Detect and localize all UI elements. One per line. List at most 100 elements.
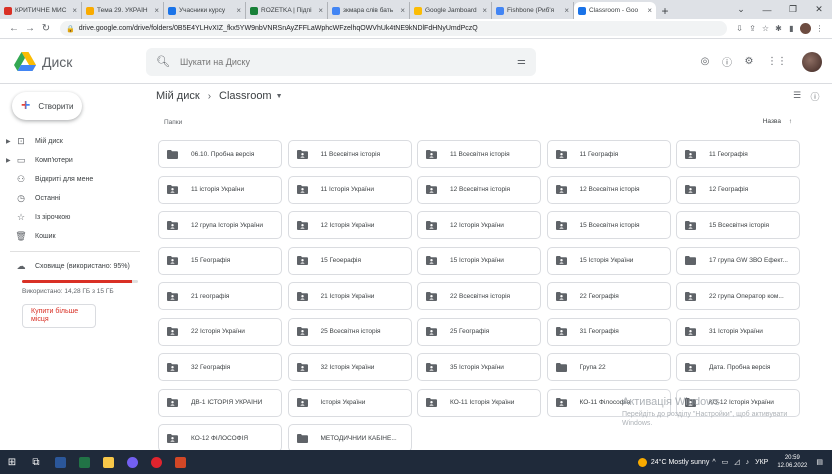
- folder-item[interactable]: 12 Історія України: [417, 211, 541, 239]
- notifications-icon[interactable]: ▤: [816, 458, 823, 466]
- sidebar-item-drive[interactable]: ▶ ⊡ Мій диск: [0, 132, 150, 151]
- details-info-icon[interactable]: ⓘ: [806, 90, 824, 103]
- browser-tab[interactable]: Учасники курсу ×: [164, 2, 246, 19]
- folder-item[interactable]: Історія України: [287, 388, 412, 417]
- tab-close-icon[interactable]: ×: [647, 6, 652, 15]
- folder-item[interactable]: 11 історія України: [158, 175, 282, 204]
- network-icon[interactable]: ◿: [734, 458, 739, 466]
- folder-item[interactable]: 15 Всесвітня історія: [676, 211, 800, 239]
- folder-item[interactable]: 32 Історія України: [287, 353, 412, 381]
- folder-item[interactable]: 15 Географія: [158, 246, 282, 275]
- tab-close-icon[interactable]: ×: [400, 6, 405, 15]
- tab-close-icon[interactable]: ×: [318, 6, 323, 15]
- search-input[interactable]: [179, 56, 518, 67]
- folder-item[interactable]: ДВ-1 ІСТОРІЯ УКРАЇНИ: [158, 388, 282, 417]
- excel-app-icon[interactable]: [72, 450, 96, 474]
- tab-search-icon[interactable]: ⌄: [728, 4, 754, 15]
- back-icon[interactable]: ←: [6, 23, 22, 34]
- chevron-up-icon[interactable]: ^: [712, 459, 715, 466]
- forward-icon[interactable]: →: [22, 23, 38, 34]
- buy-storage-button[interactable]: Купити більше місця: [22, 304, 96, 328]
- folder-item[interactable]: 12 Всесвітня історія: [546, 175, 671, 204]
- folder-item[interactable]: 31 Географія: [546, 317, 671, 346]
- folder-item[interactable]: 11 Географія: [676, 140, 800, 168]
- sidepanel-icon[interactable]: ▮: [785, 24, 798, 33]
- install-icon[interactable]: ⇩: [733, 24, 746, 33]
- expand-arrow-icon[interactable]: ▶: [6, 157, 14, 164]
- search-icon[interactable]: 🔍︎: [156, 55, 170, 68]
- new-tab-button[interactable]: +: [656, 2, 674, 19]
- tab-close-icon[interactable]: ×: [482, 6, 487, 15]
- folder-item[interactable]: МЕТОДИЧНИЙ КАБІНЕ...: [287, 424, 412, 452]
- drive-logo-area[interactable]: Диск: [0, 51, 140, 72]
- weather-text[interactable]: 24°C Mostly sunny: [651, 459, 709, 466]
- folder-item[interactable]: 31 Історія України: [676, 317, 800, 346]
- sort-control[interactable]: Назва ↑: [763, 118, 792, 125]
- folder-item[interactable]: 12 Географія: [676, 175, 800, 204]
- language-indicator[interactable]: УКР: [755, 459, 768, 466]
- file-explorer-icon[interactable]: [96, 450, 120, 474]
- browser-tab[interactable]: ROZETKA | Підпі ×: [246, 2, 328, 19]
- browser-tab[interactable]: Fishbone (Риб'я ×: [492, 2, 574, 19]
- menu-dots-icon[interactable]: ⋮: [813, 24, 826, 33]
- tab-close-icon[interactable]: ×: [236, 6, 241, 15]
- folder-item[interactable]: Група 22: [546, 353, 671, 381]
- folder-item[interactable]: 25 Всесвітня історія: [287, 317, 412, 346]
- breadcrumb-root[interactable]: Мій диск: [156, 90, 200, 102]
- folder-item[interactable]: 11 Географія: [546, 140, 671, 168]
- sidebar-item-people[interactable]: ⚇ Відкриті для мене: [0, 170, 150, 189]
- expand-arrow-icon[interactable]: ▶: [6, 138, 14, 145]
- sidebar-item-star[interactable]: ☆ Із зірочкою: [0, 208, 150, 227]
- task-view-icon[interactable]: ⧉: [24, 450, 48, 474]
- tab-close-icon[interactable]: ×: [72, 6, 77, 15]
- folder-item[interactable]: 11 Всесвітня історія: [417, 140, 541, 168]
- folder-item[interactable]: 21 географія: [158, 282, 282, 310]
- sidebar-item-clock[interactable]: ◷ Останні: [0, 189, 150, 208]
- bookmark-star-icon[interactable]: ☆: [759, 24, 772, 33]
- reload-icon[interactable]: ↻: [38, 23, 54, 34]
- word-app-icon[interactable]: [48, 450, 72, 474]
- url-input[interactable]: 🔒 drive.google.com/drive/folders/0B5E4YL…: [60, 21, 727, 36]
- clock[interactable]: 20:59 12.06.2022: [777, 454, 807, 470]
- folder-item[interactable]: 22 група Оператор ком...: [676, 282, 800, 310]
- folder-item[interactable]: 15 Історія України: [546, 246, 671, 275]
- battery-icon[interactable]: ▭: [722, 458, 729, 466]
- offline-status-icon[interactable]: ◎: [694, 56, 716, 67]
- folder-item[interactable]: 15 Історія України: [417, 246, 541, 275]
- apps-grid-icon[interactable]: ⋮⋮: [760, 56, 794, 67]
- maximize-icon[interactable]: ❐: [780, 4, 806, 15]
- tab-close-icon[interactable]: ×: [564, 6, 569, 15]
- folder-item[interactable]: 11 Всесвітня історія: [287, 140, 412, 168]
- extensions-icon[interactable]: ✱: [772, 24, 785, 33]
- sidebar-item-storage[interactable]: ☁ Сховище (використано: 95%): [0, 257, 150, 276]
- folder-item[interactable]: 21 Історія України: [287, 282, 412, 310]
- folder-item[interactable]: 17 група GW ЗВО Ефект...: [676, 246, 800, 275]
- tab-close-icon[interactable]: ×: [154, 6, 159, 15]
- sidebar-item-computer[interactable]: ▶ ▭ Комп'ютери: [0, 151, 150, 170]
- folder-item[interactable]: 15 Всесвітня історія: [546, 211, 671, 239]
- list-view-icon[interactable]: ☰: [788, 90, 806, 103]
- powerpoint-app-icon[interactable]: [168, 450, 192, 474]
- chevron-down-icon[interactable]: ▼: [276, 93, 283, 100]
- filter-options-icon[interactable]: ⚌: [517, 56, 526, 67]
- folder-item[interactable]: 12 група Історія України: [158, 211, 282, 239]
- folder-item[interactable]: 32 Географія: [158, 353, 282, 381]
- browser-tab[interactable]: Google Jamboard ×: [410, 2, 492, 19]
- breadcrumb-current[interactable]: Classroom: [219, 90, 272, 102]
- folder-item[interactable]: 22 Всесвітня історія: [417, 282, 541, 310]
- browser-tab[interactable]: КРИТИЧНЕ МИС ×: [0, 2, 82, 19]
- folder-item[interactable]: 12 Історія України: [287, 211, 412, 239]
- browser-tab[interactable]: зкмара слів бать ×: [328, 2, 410, 19]
- folder-item[interactable]: КО-12 ФІЛОСОФІЯ: [158, 424, 282, 452]
- opera-browser-icon[interactable]: [144, 450, 168, 474]
- folder-item[interactable]: 06.10. Пробна версія: [158, 140, 282, 168]
- folder-item[interactable]: 11 Історія України: [287, 175, 412, 204]
- folder-item[interactable]: Дата. Пробна версія: [676, 353, 800, 381]
- folder-item[interactable]: 22 Історія України: [158, 317, 282, 346]
- folder-item[interactable]: 35 Історія України: [417, 353, 541, 381]
- volume-icon[interactable]: ♪: [746, 459, 750, 466]
- new-button[interactable]: + Створити: [12, 92, 82, 120]
- folder-item[interactable]: КО-11 Історія України: [417, 388, 541, 417]
- close-window-icon[interactable]: ✕: [806, 4, 832, 15]
- account-avatar[interactable]: [802, 51, 822, 72]
